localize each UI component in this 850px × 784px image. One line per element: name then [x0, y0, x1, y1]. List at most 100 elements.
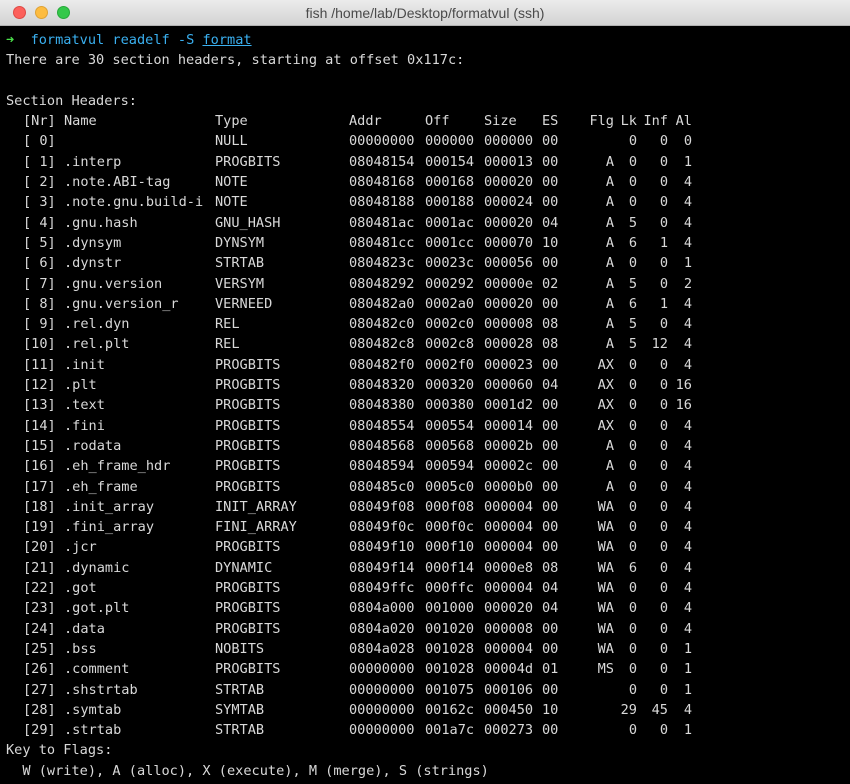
cell-al: 2 [683, 275, 692, 292]
cell-es: 04 [542, 377, 559, 394]
cell-off: 0002f0 [425, 356, 475, 373]
command-argument[interactable]: format [202, 32, 251, 48]
cell-off: 000f0c [425, 519, 475, 536]
cell-nr: [15] [23, 437, 56, 454]
cell-off: 001020 [425, 620, 475, 637]
cell-off: 001000 [425, 600, 475, 617]
cell-al: 4 [683, 600, 692, 617]
cell-es: 00 [542, 519, 559, 536]
cell-size: 000056 [484, 255, 534, 272]
cell-nr: [ 9] [23, 316, 56, 333]
terminal-output[interactable]: ➜ formatvul readelf -S format There are … [0, 27, 850, 784]
cell-type: REL [215, 316, 240, 333]
cell-addr: 08048594 [349, 458, 415, 475]
cell-addr: 08048168 [349, 174, 415, 191]
cell-size: 000008 [484, 620, 534, 637]
cell-es: 08 [542, 336, 559, 353]
cell-lk: 0 [628, 255, 637, 272]
cell-name: .gnu.hash [64, 214, 138, 231]
cell-flg: A [605, 214, 614, 231]
cell-al: 4 [683, 498, 692, 515]
cell-es: 10 [542, 701, 559, 718]
cell-es: 00 [542, 458, 559, 475]
cell-addr: 08048154 [349, 153, 415, 170]
cell-al: 4 [683, 701, 692, 718]
cell-addr: 080482f0 [349, 356, 415, 373]
cell-type: REL [215, 336, 240, 353]
table-header: [Nr] Name Type Addr Off Size ES Flg Lk I… [6, 111, 850, 131]
cell-name: .init [64, 356, 105, 373]
cell-al: 4 [683, 234, 692, 251]
cell-size: 000024 [484, 194, 534, 211]
cell-type: PROGBITS [215, 458, 281, 475]
cell-name: .rel.dyn [64, 316, 130, 333]
cell-lk: 0 [628, 580, 637, 597]
cell-size: 000020 [484, 174, 534, 191]
title-bar[interactable]: fish /home/lab/Desktop/formatvul (ssh) [0, 0, 850, 26]
cell-nr: [21] [23, 559, 56, 576]
cell-name: .data [64, 620, 105, 637]
cell-nr: [20] [23, 539, 56, 556]
cell-es: 00 [542, 255, 559, 272]
window-title: fish /home/lab/Desktop/formatvul (ssh) [305, 5, 545, 21]
cell-lk: 0 [628, 437, 637, 454]
key-to-flags-line: W (write), A (alloc), X (execute), M (me… [6, 762, 489, 779]
cell-nr: [13] [23, 397, 56, 414]
cell-addr: 080482a0 [349, 295, 415, 312]
cell-es: 04 [542, 600, 559, 617]
cell-type: FINI_ARRAY [215, 519, 297, 536]
col-flg: Flg [589, 113, 614, 130]
cell-addr: 08048380 [349, 397, 415, 414]
cell-type: PROGBITS [215, 356, 281, 373]
cell-name: .eh_frame_hdr [64, 458, 171, 475]
cell-flg: A [605, 295, 614, 312]
table-row: [18] .init_array INIT_ARRAY 08049f08 000f08 0… [6, 497, 850, 517]
cell-name: .jcr [64, 539, 97, 556]
cell-es: 00 [542, 722, 559, 739]
cell-al: 1 [683, 255, 692, 272]
cell-size: 0000e8 [484, 559, 534, 576]
cell-nr: [27] [23, 681, 56, 698]
cell-es: 00 [542, 640, 559, 657]
cell-es: 04 [542, 214, 559, 231]
cell-nr: [24] [23, 620, 56, 637]
cell-al: 4 [683, 478, 692, 495]
cell-nr: [ 2] [23, 174, 56, 191]
table-row: [ 6] .dynstr STRTAB 0804823c 00023c 000056 00 A… [6, 253, 850, 273]
cell-name: .text [64, 397, 105, 414]
cell-size: 000028 [484, 336, 534, 353]
cell-es: 00 [542, 681, 559, 698]
table-row: [ 7] .gnu.version VERSYM 08048292 000292 0000… [6, 274, 850, 294]
table-row: [ 4] .gnu.hash GNU_HASH 080481ac 0001ac 00002… [6, 213, 850, 233]
cell-size: 00000e [484, 275, 534, 292]
cell-al: 4 [683, 519, 692, 536]
table-row: [15] .rodata PROGBITS 08048568 000568 00002b 0… [6, 436, 850, 456]
cell-off: 000188 [425, 194, 475, 211]
cell-type: NOTE [215, 194, 248, 211]
table-row: [19] .fini_array FINI_ARRAY 08049f0c 000f0c 0… [6, 517, 850, 537]
cell-off: 000568 [425, 437, 475, 454]
table-row: [24] .data PROGBITS 0804a020 001020 000008 00 W… [6, 619, 850, 639]
cell-type: PROGBITS [215, 580, 281, 597]
cell-addr: 08049f08 [349, 498, 415, 515]
cell-inf: 0 [659, 133, 668, 150]
col-es: ES [542, 113, 559, 130]
cell-es: 01 [542, 661, 559, 678]
cell-lk: 0 [628, 417, 637, 434]
cell-addr: 080482c0 [349, 316, 415, 333]
cell-off: 001075 [425, 681, 475, 698]
cell-inf: 0 [659, 397, 668, 414]
cell-type: NOBITS [215, 640, 265, 657]
cell-flg: A [605, 478, 614, 495]
cell-es: 08 [542, 559, 559, 576]
cell-flg: A [605, 275, 614, 292]
cell-size: 000000 [484, 133, 534, 150]
table-row: [10] .rel.plt REL 080482c8 0002c8 000028 08 A 5 1… [6, 334, 850, 354]
cell-off: 000594 [425, 458, 475, 475]
cell-nr: [ 1] [23, 153, 56, 170]
cell-name: .fini [64, 417, 105, 434]
cell-al: 4 [683, 559, 692, 576]
cell-off: 0001cc [425, 234, 475, 251]
cell-flg: WA [597, 519, 614, 536]
cell-nr: [18] [23, 498, 56, 515]
